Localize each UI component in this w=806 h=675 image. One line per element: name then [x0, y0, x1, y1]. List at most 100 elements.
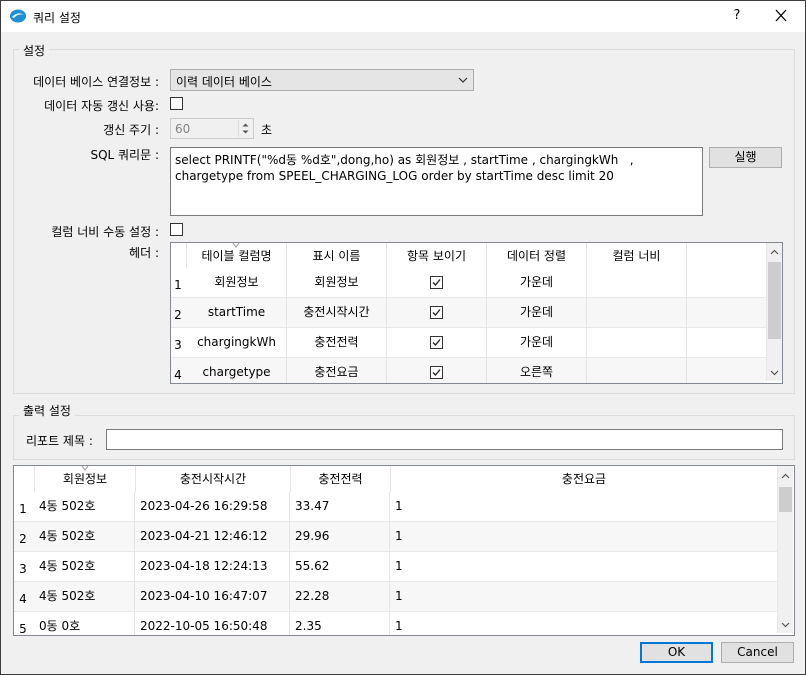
table-column-cell[interactable]: startTime	[187, 298, 287, 327]
align-cell[interactable]: 오른쪽	[487, 358, 587, 383]
db-connection-select[interactable]: 이력 데이터 베이스	[170, 69, 474, 91]
table-row[interactable]: 3 4동 502호 2023-04-18 12:24:13 55.62 1	[14, 552, 777, 582]
result-grid-scrollbar[interactable]	[777, 466, 793, 633]
align-cell[interactable]: 가운데	[487, 298, 587, 327]
refresh-period-unit: 초	[261, 123, 273, 137]
member-info-cell[interactable]: 4동 502호	[35, 522, 135, 551]
scroll-up-icon[interactable]	[778, 469, 793, 484]
sql-query-textarea[interactable]: select PRINTF("%d동 %d호",dong,ho) as 회원정보…	[170, 147, 703, 216]
column-width-manual-checkbox[interactable]	[170, 223, 183, 236]
display-name-cell[interactable]: 충전요금	[287, 358, 387, 383]
width-cell[interactable]	[587, 268, 687, 297]
scroll-up-icon[interactable]	[767, 245, 782, 260]
width-cell[interactable]	[587, 298, 687, 327]
table-row[interactable]: 2 4동 502호 2023-04-21 12:46:12 29.96 1	[14, 522, 777, 552]
start-time-cell[interactable]: 2023-04-26 16:29:58	[136, 492, 290, 521]
charge-power-cell[interactable]: 22.28	[291, 582, 390, 611]
charge-fee-cell[interactable]: 1	[391, 492, 777, 521]
start-time-cell[interactable]: 2023-04-21 12:46:12	[136, 522, 290, 551]
table-row[interactable]: 4 chargetype 충전요금 오른쪽	[171, 358, 766, 383]
visible-checkbox-checked[interactable]	[430, 276, 443, 289]
row-number: 5	[19, 622, 27, 636]
row-number: 3	[174, 338, 182, 352]
close-icon[interactable]	[769, 5, 793, 27]
charge-power-cell[interactable]: 33.47	[291, 492, 390, 521]
align-cell[interactable]: 가운데	[487, 328, 587, 357]
sql-query-label: SQL 쿼리문 :	[90, 148, 159, 162]
visible-cell[interactable]	[387, 328, 487, 357]
row-number: 3	[19, 562, 27, 576]
member-info-cell[interactable]: 4동 502호	[35, 552, 135, 581]
help-button[interactable]: ?	[725, 5, 749, 27]
charge-power-cell[interactable]: 29.96	[291, 522, 390, 551]
table-column-cell[interactable]: chargingkWh	[187, 328, 287, 357]
table-row[interactable]: 1 4동 502호 2023-04-26 16:29:58 33.47 1	[14, 492, 777, 522]
header-grid-col-align[interactable]: 데이터 정렬	[487, 243, 587, 269]
table-row[interactable]: 1 회원정보 회원정보 가운데	[171, 268, 766, 298]
member-info-cell[interactable]: 4동 502호	[35, 582, 135, 611]
spinner-arrows-icon[interactable]	[238, 120, 252, 137]
charge-power-cell[interactable]: 55.62	[291, 552, 390, 581]
window-title: 쿼리 설정	[33, 11, 81, 25]
chevron-down-icon	[458, 77, 468, 83]
refresh-period-value: 60	[175, 122, 191, 136]
display-name-cell[interactable]: 회원정보	[287, 268, 387, 297]
member-info-cell[interactable]: 4동 502호	[35, 492, 135, 521]
row-number: 2	[174, 308, 182, 322]
visible-cell[interactable]	[387, 298, 487, 327]
row-number: 1	[174, 278, 182, 292]
header-grid-col-width[interactable]: 컬럼 너비	[587, 243, 687, 269]
sql-query-text: select PRINTF("%d동 %d호",dong,ho) as 회원정보…	[175, 153, 638, 183]
result-col-charge-power[interactable]: 충전전력	[291, 466, 391, 492]
visible-cell[interactable]	[387, 358, 487, 383]
width-cell[interactable]	[587, 328, 687, 357]
column-width-manual-label: 컬럼 너비 수동 설정 :	[51, 225, 159, 239]
result-col-charge-fee[interactable]: 충전요금	[391, 466, 778, 492]
charge-fee-cell[interactable]: 1	[391, 582, 777, 611]
scroll-thumb[interactable]	[779, 487, 792, 512]
visible-checkbox-checked[interactable]	[430, 306, 443, 319]
table-row[interactable]: 5 0동 0호 2022-10-05 16:50:48 2.35 1	[14, 612, 777, 636]
charge-power-cell[interactable]: 2.35	[291, 612, 390, 635]
visible-checkbox-checked[interactable]	[430, 336, 443, 349]
align-cell[interactable]: 가운데	[487, 268, 587, 297]
result-grid[interactable]: 회원정보 충전시작시간 충전전력 충전요금 1 4동 502호 2023-04-…	[13, 465, 795, 636]
charge-fee-cell[interactable]: 1	[391, 522, 777, 551]
settings-legend: 설정	[19, 42, 50, 59]
header-label: 헤더 :	[129, 246, 159, 260]
report-title-input[interactable]	[106, 429, 783, 450]
auto-refresh-checkbox[interactable]	[170, 97, 183, 110]
display-name-cell[interactable]: 충전시작시간	[287, 298, 387, 327]
display-name-cell[interactable]: 충전전력	[287, 328, 387, 357]
result-col-start-time[interactable]: 충전시작시간	[136, 466, 291, 492]
table-column-cell[interactable]: chargetype	[187, 358, 287, 383]
refresh-period-spinner[interactable]: 60	[170, 118, 254, 139]
start-time-cell[interactable]: 2023-04-18 12:24:13	[136, 552, 290, 581]
width-cell[interactable]	[587, 358, 687, 383]
member-info-cell[interactable]: 0동 0호	[35, 612, 135, 635]
table-column-cell[interactable]: 회원정보	[187, 268, 287, 297]
cancel-button[interactable]: Cancel	[721, 642, 794, 663]
header-grid[interactable]: 테이블 컬럼명 표시 이름 항목 보이기 데이터 정렬 컬럼 너비 1 회원정보…	[170, 242, 783, 384]
start-time-cell[interactable]: 2022-10-05 16:50:48	[136, 612, 290, 635]
charge-fee-cell[interactable]: 1	[391, 552, 777, 581]
table-row[interactable]: 2 startTime 충전시작시간 가운데	[171, 298, 766, 328]
scroll-thumb[interactable]	[768, 262, 781, 339]
row-number: 4	[174, 368, 182, 382]
visible-cell[interactable]	[387, 268, 487, 297]
run-button[interactable]: 실행	[709, 147, 782, 168]
refresh-period-label: 갱신 주기 :	[103, 123, 159, 137]
report-title-label: 리포트 제목 :	[26, 434, 93, 448]
scroll-down-icon[interactable]	[767, 365, 782, 380]
scroll-down-icon[interactable]	[778, 617, 793, 632]
header-grid-col-display-name[interactable]: 표시 이름	[287, 243, 387, 269]
table-row[interactable]: 4 4동 502호 2023-04-10 16:47:07 22.28 1	[14, 582, 777, 612]
charge-fee-cell[interactable]: 1	[391, 612, 777, 635]
visible-checkbox-checked[interactable]	[430, 366, 443, 379]
start-time-cell[interactable]: 2023-04-10 16:47:07	[136, 582, 290, 611]
header-grid-scrollbar[interactable]	[766, 243, 782, 381]
ok-button[interactable]: OK	[640, 642, 713, 663]
table-row[interactable]: 3 chargingkWh 충전전력 가운데	[171, 328, 766, 358]
header-grid-col-visible[interactable]: 항목 보이기	[387, 243, 487, 269]
row-number: 2	[19, 532, 27, 546]
